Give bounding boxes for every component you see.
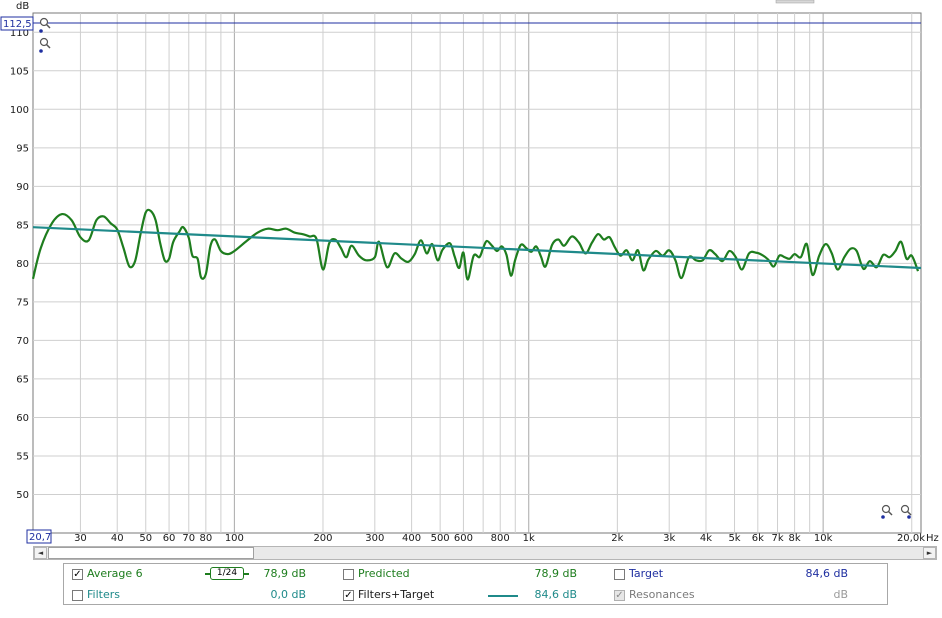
target-checkbox[interactable] (614, 569, 625, 580)
filters-value: 0,0 dB (270, 588, 306, 601)
x-tick-label: 200 (313, 533, 332, 544)
scroll-left-button[interactable]: ◄ (34, 547, 47, 559)
x-left-value: 20,7 (29, 532, 51, 543)
legend-filters: Filters 0,0 dB (72, 588, 312, 602)
x-tick-label: 400 (402, 533, 421, 544)
x-tick-label: 7k (771, 533, 783, 544)
filters-target-label: Filters+Target (358, 588, 435, 601)
y-tick-label: 55 (16, 451, 29, 462)
filters-target-checkmark-icon: ✓ (344, 590, 353, 601)
predicted-checkbox[interactable] (343, 569, 354, 580)
predicted-label: Predicted (358, 567, 410, 580)
average-checkbox[interactable]: ✓ (72, 569, 83, 580)
scroll-right-arrow-icon: ► (926, 549, 933, 557)
x-tick-label: 30 (74, 533, 87, 544)
y-top-value: 112,5 (3, 19, 32, 30)
legend-resonances: ✓ Resonances dB (614, 588, 854, 602)
y-top-value-box[interactable]: 112,5 (0, 16, 34, 31)
scroll-right-button[interactable]: ► (923, 547, 936, 559)
x-tick-label: 4k (700, 533, 712, 544)
y-tick-label: 85 (16, 220, 29, 231)
x-tick-label: 600 (454, 533, 473, 544)
legend-target: Target 84,6 dB (614, 567, 854, 581)
x-tick-label: 8k (789, 533, 801, 544)
y-tick-label: 100 (10, 105, 29, 116)
filters-checkbox[interactable] (72, 590, 83, 601)
resonances-label: Resonances (629, 588, 695, 601)
x-tick-label: 60 (163, 533, 176, 544)
legend-panel: ✓ Average 6 78,9 dB 1/24 Predicted 78,9 … (63, 563, 888, 605)
x-tick-label: 10k (814, 533, 833, 544)
y-tick-label: 60 (16, 413, 29, 424)
filters-label: Filters (87, 588, 120, 601)
x-tick-label: 5k (728, 533, 740, 544)
resonances-checkbox[interactable]: ✓ (614, 590, 625, 601)
average-checkmark-icon: ✓ (73, 569, 82, 580)
target-value: 84,6 dB (805, 567, 848, 580)
x-tick-label: 800 (491, 533, 510, 544)
average-value: 78,9 dB (263, 567, 306, 580)
x-tick-label: 2k (611, 533, 623, 544)
legend-average: ✓ Average 6 78,9 dB (72, 567, 312, 581)
legend-predicted: Predicted 78,9 dB (343, 567, 583, 581)
y-tick-label: 50 (16, 490, 29, 501)
filters-target-checkbox[interactable]: ✓ (343, 590, 354, 601)
x-tick-label: 3k (663, 533, 675, 544)
y-tick-label: 90 (16, 182, 29, 193)
resonances-checkmark-icon: ✓ (615, 590, 624, 601)
top-right-window-tab (775, 0, 815, 4)
filters-target-line-swatch (488, 595, 518, 597)
x-tick-label: 80 (199, 533, 212, 544)
x-tick-label: 40 (111, 533, 124, 544)
scroll-thumb[interactable] (48, 547, 254, 559)
y-tick-label: 105 (10, 66, 29, 77)
legend-filters-target: ✓ Filters+Target 84,6 dB (343, 588, 583, 602)
x-left-value-box[interactable]: 20,7 (26, 529, 52, 544)
y-tick-label: 75 (16, 297, 29, 308)
scroll-left-arrow-icon: ◄ (37, 549, 44, 557)
x-tick-label: 500 (431, 533, 450, 544)
y-tick-label: 65 (16, 374, 29, 385)
x-axis-unit: Hz (926, 533, 939, 544)
frequency-response-graph[interactable]: 1101051009590858075706560555030 40 50 60 70 8… (0, 0, 942, 546)
x-tick-label: 6k (752, 533, 764, 544)
y-tick-label: 70 (16, 336, 29, 347)
y-tick-label: 95 (16, 143, 29, 154)
horizontal-scrollbar[interactable]: ◄ ► (33, 546, 937, 560)
resonances-value: dB (833, 588, 848, 601)
x-tick-label: 100 (225, 533, 244, 544)
average-label: Average 6 (87, 567, 143, 580)
x-tick-label: 70 (182, 533, 195, 544)
x-tick-label: 300 (365, 533, 384, 544)
smoothing-label: 1/24 (216, 568, 238, 578)
x-tick-label: 20,0k (897, 533, 925, 544)
y-tick-label: 80 (16, 259, 29, 270)
x-tick-label: 1k (523, 533, 535, 544)
x-tick-label: 50 (139, 533, 152, 544)
y-axis-unit: dB (16, 1, 29, 12)
predicted-value: 78,9 dB (534, 567, 577, 580)
plot-area (32, 12, 922, 534)
smoothing-button[interactable]: 1/24 (205, 567, 249, 580)
filters-target-value: 84,6 dB (534, 588, 577, 601)
target-label: Target (629, 567, 664, 580)
